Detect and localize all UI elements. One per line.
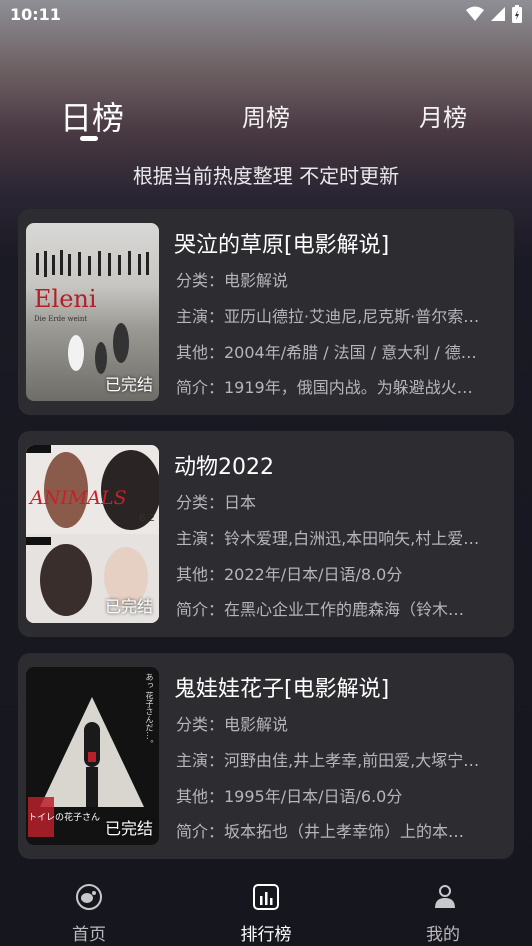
status-badge: 已完结 [104,819,153,838]
signal-icon [491,7,505,21]
wifi-icon [466,6,484,21]
status-badge: 已完结 [104,375,153,394]
movie-title[interactable]: 鬼娃娃花子[电影解说] [174,671,389,703]
movie-intro: 简介：1919年，俄国内战。为躲避战火… [176,378,473,397]
movie-other-info: 其他：2004年/希腊 / 法国 / 意大利 / 德… [176,343,477,362]
status-bar: 10:11 [0,0,532,30]
tab-monthly[interactable]: 月榜 [419,98,467,133]
movie-title[interactable]: 哭泣的草原[电影解说] [174,227,389,259]
status-icons [466,5,522,23]
movie-other-info: 其他：2022年/日本/日语/8.0分 [176,565,403,584]
status-badge: 已完结 [104,597,153,616]
poster-title: トイレの花子さん [28,813,101,823]
battery-icon [512,5,522,23]
movie-poster[interactable]: あっ 花子さんだ…。 トイレの花子さん 已完结 [26,667,159,845]
tab-daily[interactable]: 日榜 [60,93,124,139]
movie-category: 分类：电影解说 [176,271,289,290]
profile-icon [435,885,455,908]
poster-subtitle: あっ 花子さんだ…。 [145,673,154,748]
tab-weekly[interactable]: 周榜 [242,98,290,133]
home-icon [76,884,102,910]
ranking-subtitle: 根据当前热度整理 不定时更新 [132,164,400,188]
nav-label-ranking: 排行榜 [240,925,292,945]
movie-intro: 简介：在黑心企业工作的鹿森海（铃木… [176,600,465,619]
movie-poster[interactable]: ANIMALS 6.2 已完结 [26,445,159,623]
movie-intro: 简介：坂本拓也（井上孝幸饰）上的本… [176,822,465,841]
active-tab-indicator [80,136,98,141]
poster-subtitle: Die Erde weint [34,315,88,323]
movie-poster[interactable]: Eleni Die Erde weint 已完结 [26,223,159,401]
movie-other-info: 其他：1995年/日本/日语/6.0分 [176,787,403,806]
movie-card[interactable]: Eleni Die Erde weint 已完结 哭泣的草原[电影解说] 分类：… [18,209,514,415]
movie-cast: 主演：铃木爱理,白洲迅,本田响矢,村上爱… [176,529,480,548]
movie-title[interactable]: 动物2022 [174,449,274,481]
movie-category: 分类：电影解说 [176,715,289,734]
chart-icon [253,884,279,910]
nav-item-home[interactable]: 首页 [44,882,134,945]
movie-category: 分类：日本 [176,493,257,512]
movie-cast: 主演：亚历山德拉·艾迪尼,尼克斯·普尔索… [176,307,480,326]
nav-item-profile[interactable]: 我的 [398,882,488,945]
movie-card[interactable]: ANIMALS 6.2 已完结 动物2022 分类：日本 主演：铃木爱理,白洲迅… [18,431,514,637]
poster-title: Eleni [34,285,97,313]
nav-item-ranking[interactable]: 排行榜 [221,882,311,945]
movie-cast: 主演：河野由佳,井上孝幸,前田爱,大塚宁… [176,751,480,770]
nav-label-home: 首页 [72,925,106,945]
poster-title: ANIMALS [30,487,127,509]
poster-subtitle: 6.2 [139,513,155,524]
status-time: 10:11 [10,5,61,24]
movie-card[interactable]: あっ 花子さんだ…。 トイレの花子さん 已完结 鬼娃娃花子[电影解说] 分类：电… [18,653,514,859]
bottom-nav: 首页 排行榜 我的 [0,870,532,946]
nav-label-profile: 我的 [426,925,460,945]
